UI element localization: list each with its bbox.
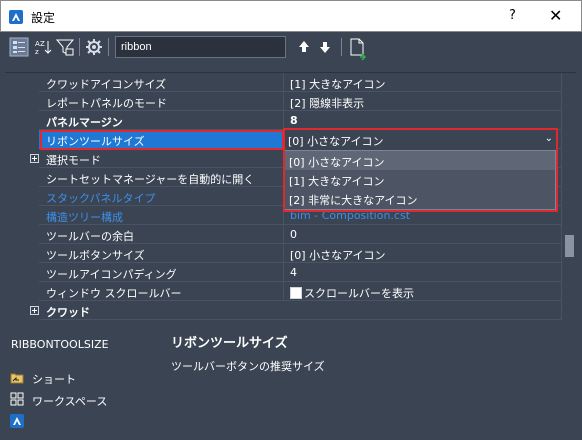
table-row[interactable]: ツールアイコンパディング 4: [5, 263, 561, 282]
help-button[interactable]: ?: [509, 8, 516, 23]
property-value[interactable]: [0] 小さなアイコン: [284, 244, 561, 263]
property-name: ツールボタンサイズ: [46, 249, 145, 262]
workspace-icon: [10, 392, 24, 406]
gear-icon[interactable]: [84, 37, 104, 57]
dropdown-option[interactable]: [0] 小さなアイコン: [285, 151, 555, 170]
expand-icon[interactable]: [30, 306, 39, 315]
ribbon-tool-size-combo[interactable]: [0] 小さなアイコン ⌄: [286, 130, 557, 149]
table-row[interactable]: レポートパネルのモード [2] 隠線非表示: [5, 92, 561, 111]
property-value[interactable]: 0: [284, 225, 561, 244]
svg-text:z: z: [35, 48, 39, 56]
table-row[interactable]: パネルマージン 8: [5, 111, 561, 130]
toolbar-divider: [108, 38, 109, 56]
table-row[interactable]: ツールバーの余白 0: [5, 225, 561, 244]
property-value[interactable]: [2] 隠線非表示: [284, 92, 561, 111]
checkbox-label: スクロールバーを表示: [304, 287, 414, 300]
title-bar: 設定 ? ✕: [0, 0, 582, 32]
table-row[interactable]: クワッド: [5, 301, 561, 320]
property-name: レポートパネルのモード: [46, 97, 167, 110]
scrollbar-thumb[interactable]: [565, 235, 574, 257]
property-name: パネルマージン: [46, 116, 123, 129]
description-panel: RIBBONTOOLSIZE リボンツールサイズ ツールバーボタンの推奨サイズ …: [0, 322, 582, 440]
property-name: 構造ツリー構成: [46, 211, 123, 224]
categorized-view-icon[interactable]: [9, 37, 29, 57]
property-value[interactable]: 4: [284, 263, 561, 282]
dropdown-option[interactable]: [1] 大きなアイコン: [285, 170, 555, 189]
expand-icon[interactable]: [30, 154, 39, 163]
property-name: ツールバーの余白: [46, 230, 134, 243]
toolbar-divider: [341, 38, 342, 56]
table-row[interactable]: クワッドアイコンサイズ [1] 大きなアイコン: [5, 73, 561, 92]
chevron-down-icon[interactable]: ⌄: [545, 133, 553, 144]
combo-value: [0] 小さなアイコン: [288, 135, 384, 148]
workspace-label: ワークスペース: [32, 395, 108, 408]
property-name: ツールアイコンパディング: [46, 268, 177, 281]
property-value[interactable]: 8: [284, 111, 561, 130]
table-row[interactable]: ツールボタンサイズ [0] 小さなアイコン: [5, 244, 561, 263]
shortcut-label: ショート: [32, 373, 76, 386]
export-file-icon[interactable]: [348, 37, 368, 61]
toolbar-divider: [79, 38, 80, 56]
property-name: リボンツールサイズ: [39, 130, 283, 149]
description-text: ツールバーボタンの推奨サイズ: [171, 360, 325, 373]
shortcut-icon: [10, 370, 24, 384]
variable-name: RIBBONTOOLSIZE: [11, 338, 109, 351]
app-logo-icon: [10, 414, 24, 428]
vertical-scrollbar[interactable]: [561, 73, 576, 320]
dropdown-list: [0] 小さなアイコン [1] 大きなアイコン [2] 非常に大きなアイコン: [284, 150, 556, 210]
filter-icon[interactable]: [55, 37, 75, 57]
property-value[interactable]: スクロールバーを表示: [284, 282, 561, 301]
property-name: スタックパネルタイプ: [46, 192, 156, 205]
search-input[interactable]: [115, 36, 286, 58]
property-name: クワッドアイコンサイズ: [46, 78, 167, 91]
table-row[interactable]: ウィンドウ スクロールバー スクロールバーを表示: [5, 282, 561, 301]
app-logo-icon: [9, 10, 23, 24]
toolbar: A Z z: [0, 32, 582, 62]
arrow-up-icon[interactable]: [294, 37, 314, 57]
sort-alphabetical-icon[interactable]: A Z z: [33, 37, 53, 57]
description-title: リボンツールサイズ: [171, 336, 288, 351]
property-name: 選択モード: [46, 154, 101, 167]
svg-text:Z: Z: [40, 40, 45, 48]
dropdown-option[interactable]: [2] 非常に大きなアイコン: [285, 189, 555, 208]
close-button[interactable]: ✕: [549, 6, 562, 25]
window-title: 設定: [31, 11, 56, 25]
scrollbar-checkbox[interactable]: [290, 287, 302, 299]
category-name: クワッド: [46, 306, 90, 319]
property-name: シートセットマネージャーを自動的に開く: [46, 173, 255, 186]
property-value[interactable]: [1] 大きなアイコン: [284, 73, 561, 92]
property-name: ウィンドウ スクロールバー: [46, 287, 182, 300]
arrow-down-icon[interactable]: [315, 37, 335, 57]
